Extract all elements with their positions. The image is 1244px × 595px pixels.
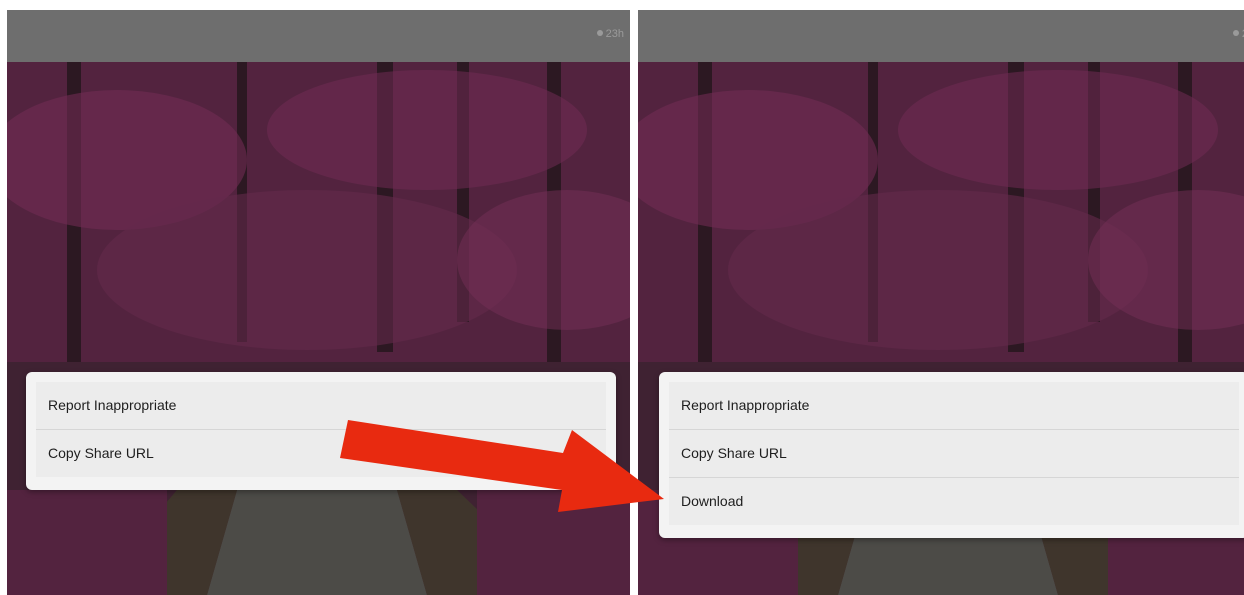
top-bar: 23h [7, 10, 630, 62]
screen-before: 23h Report Inappropriate Copy Share URL [7, 10, 630, 595]
menu-item-download[interactable]: Download [669, 478, 1239, 525]
menu-item-report-inappropriate[interactable]: Report Inappropriate [669, 382, 1239, 430]
menu-item-copy-share-url[interactable]: Copy Share URL [669, 430, 1239, 478]
timestamp: 23h [596, 28, 624, 40]
menu-item-copy-share-url[interactable]: Copy Share URL [36, 430, 606, 477]
dim-overlay [7, 10, 630, 595]
timestamp: 2 [1232, 28, 1244, 40]
clock-dot-icon [1232, 30, 1239, 36]
context-menu: Report Inappropriate Copy Share URL Down… [659, 372, 1244, 538]
screen-after: 2 Report Inappropriate Copy Share URL Do… [638, 10, 1244, 595]
top-bar: 2 [638, 10, 1244, 62]
clock-dot-icon [596, 30, 603, 36]
context-menu: Report Inappropriate Copy Share URL [26, 372, 616, 490]
menu-item-report-inappropriate[interactable]: Report Inappropriate [36, 382, 606, 430]
